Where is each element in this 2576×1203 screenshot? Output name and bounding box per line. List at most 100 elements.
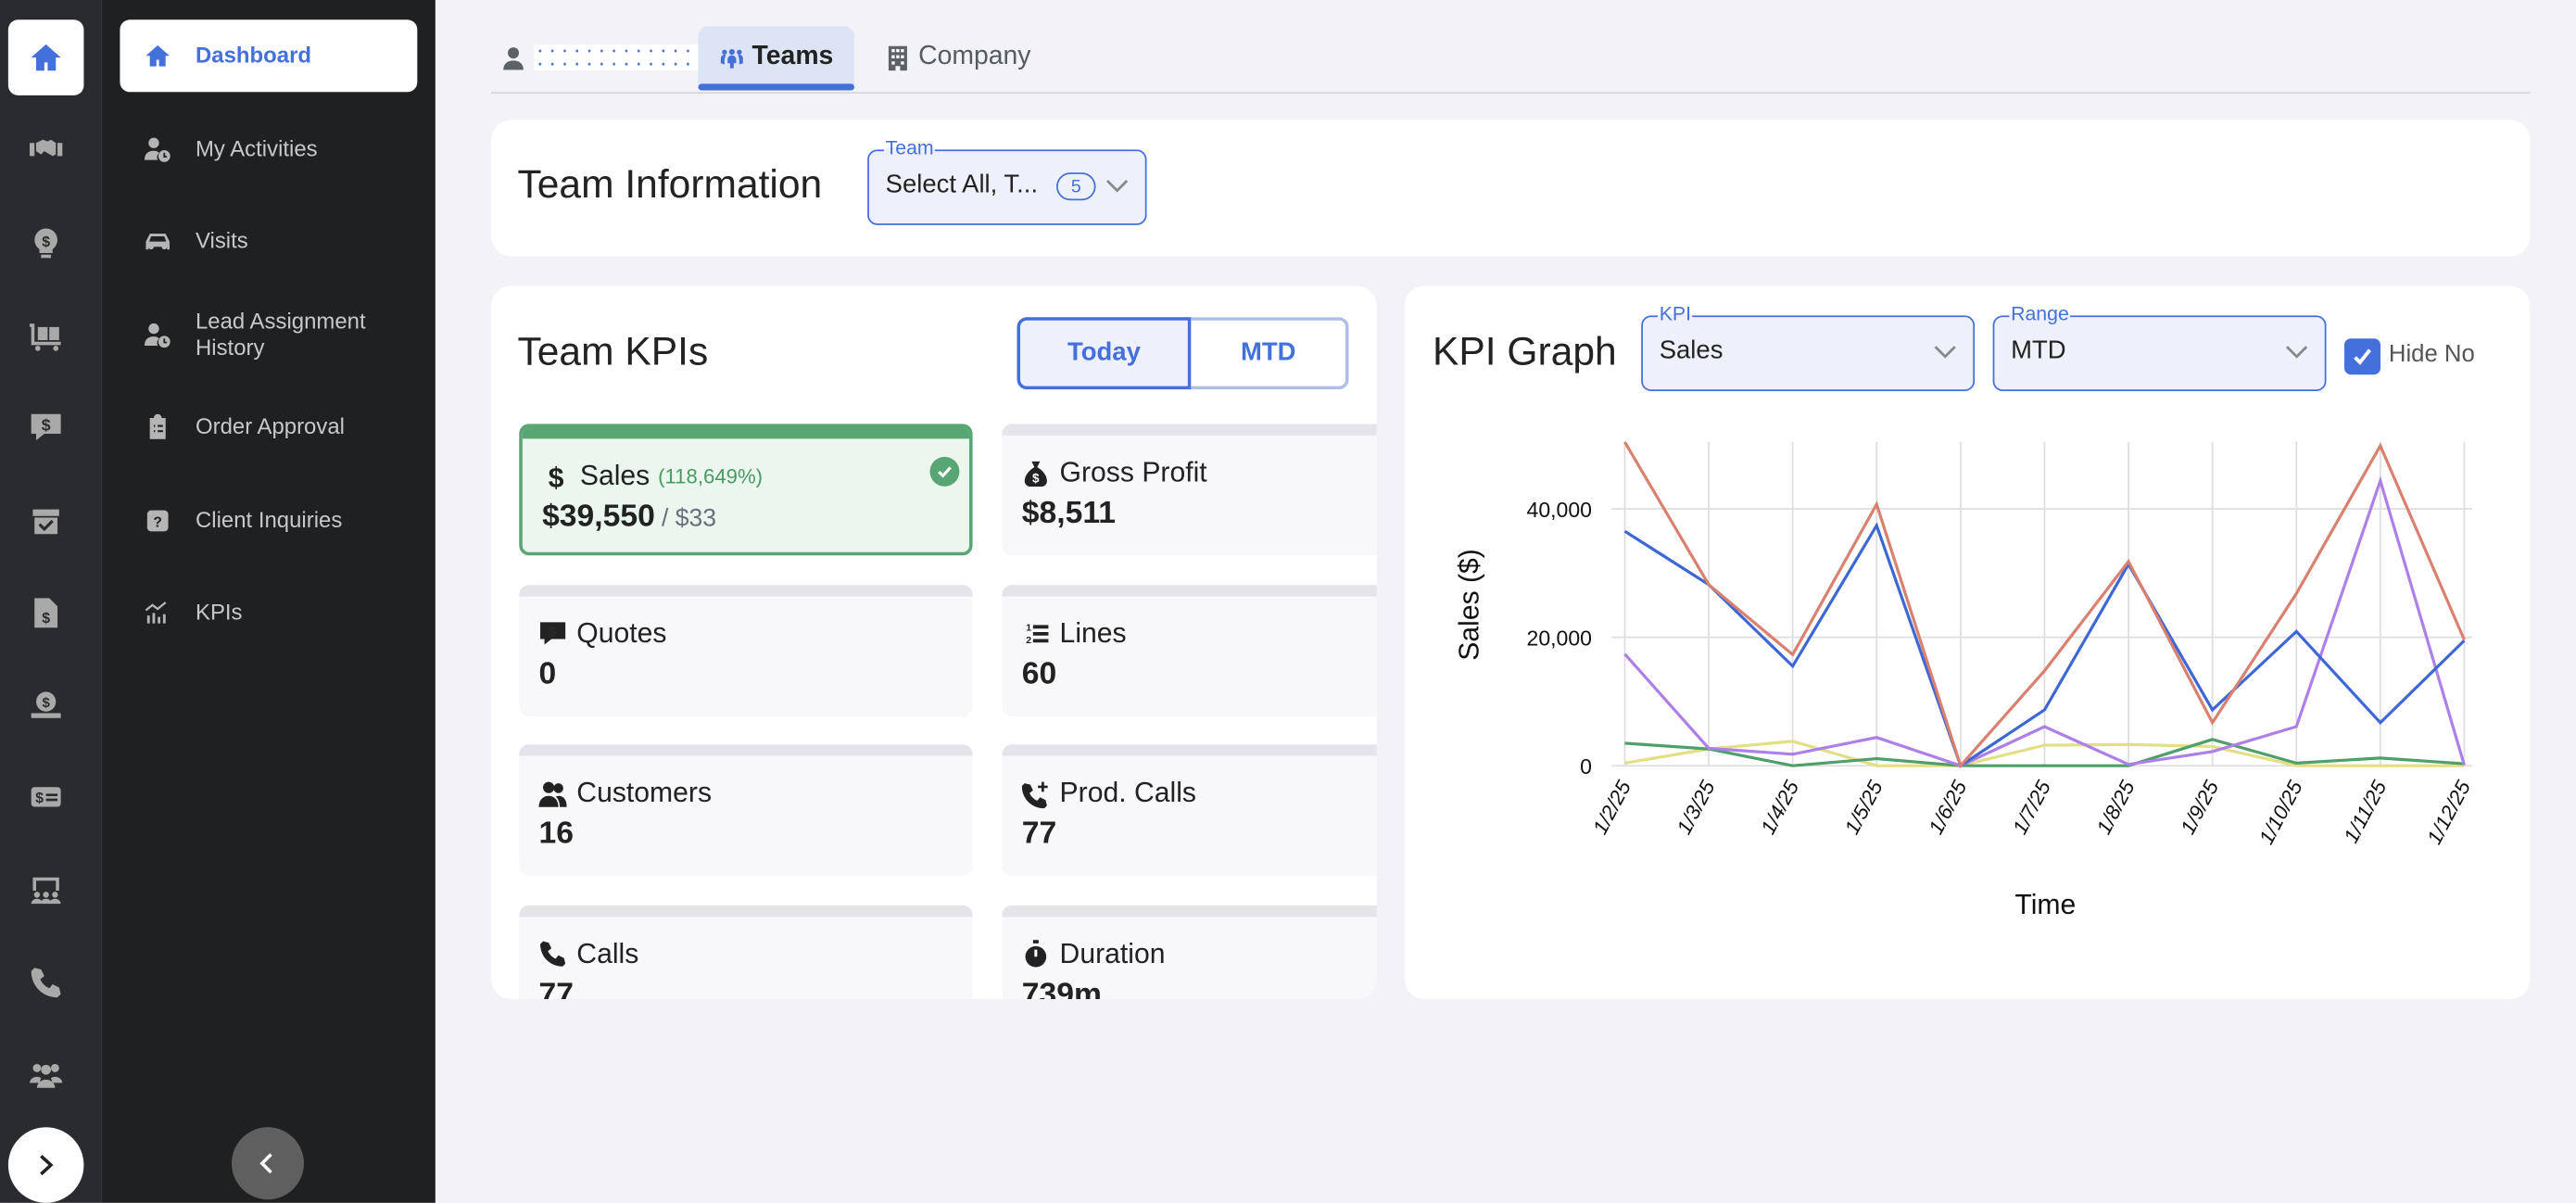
kpi-card-name: Gross Profit (1059, 456, 1207, 488)
x-tick-label: 1/7/25 (2008, 776, 2055, 838)
x-tick-label: 1/9/25 (2176, 776, 2223, 838)
kpi-card-duration[interactable]: Duration 739m (1002, 905, 1377, 999)
rail-item-money-check-dollar[interactable]: $ (8, 760, 84, 836)
kpi-card-value: $39,550 (542, 499, 655, 535)
users-icon (29, 1064, 63, 1089)
people-group-icon (720, 48, 743, 68)
svg-text:$: $ (42, 416, 51, 435)
svg-text:$: $ (549, 624, 557, 639)
kpi-card-target: / $33 (661, 504, 717, 533)
rail-item-phone[interactable] (8, 944, 84, 1020)
sidebar-item-visits[interactable]: Visits (120, 206, 417, 278)
sidebar-item-my-activities[interactable]: My Activities (120, 113, 417, 185)
rail-item-handshake[interactable] (8, 112, 84, 188)
rail-item-file-invoice-dollar[interactable]: $ (8, 575, 84, 651)
kpi-card-name: Sales (579, 460, 650, 492)
sidebar-item-order-approval[interactable]: Order Approval (120, 391, 417, 463)
rail-item-hand-holding-dollar[interactable]: $ (8, 667, 84, 743)
kpi-card-name-row: 1 2 Lines (1022, 617, 1126, 650)
x-tick-label: 1/8/25 (2092, 776, 2140, 838)
sidebar: Dashboard My Activities Visits Lead Assignm… (101, 0, 436, 1203)
toggle-mtd-button[interactable]: MTD (1191, 317, 1349, 390)
tab-teams[interactable]: Teams (698, 26, 854, 91)
y-axis-ticks: 0 20,000 40,000 (1527, 498, 1592, 779)
sidebar-item-dashboard[interactable]: Dashboard (120, 19, 418, 93)
rail-item-users[interactable] (8, 1037, 84, 1113)
building-icon (888, 44, 907, 70)
kpi-card-value-row: 77 (1022, 817, 1056, 853)
sidebar-item-lead-assignment-history[interactable]: Lead Assignment History (120, 299, 417, 372)
svg-text:$: $ (42, 695, 50, 711)
kpi-card-name: Calls (576, 937, 639, 969)
kpi-card-name: Prod. Calls (1059, 777, 1196, 809)
kpi-card-status-bar (1002, 424, 1377, 436)
team-select-value: Select All, T... (885, 171, 1039, 199)
x-tick-label: 1/12/25 (2422, 777, 2475, 849)
home-icon (145, 44, 170, 67)
chart-column-line-icon (145, 602, 167, 624)
rail-item-comment-dollar[interactable]: $ (8, 390, 84, 466)
kpi-card-percent: (118,649%) (658, 464, 764, 488)
y-tick-label: 40,000 (1527, 498, 1592, 522)
kpi-card-status-bar (1002, 744, 1377, 756)
kpi-card-value: 77 (1021, 817, 1057, 852)
kpi-card-lines[interactable]: 1 2 Lines 60 (1002, 584, 1377, 716)
kpi-card-quotes[interactable]: $ Quotes 0 (519, 584, 973, 716)
list-ol-icon: 12 (1026, 622, 1049, 646)
sidebar-item-label: Client Inquiries (195, 507, 343, 533)
toggle-today-button[interactable]: Today (1017, 317, 1192, 390)
expand-rail-button[interactable] (7, 1127, 84, 1203)
comment-dollar-icon: $ (540, 622, 566, 645)
stopwatch-icon (1025, 940, 1047, 968)
kpi-card-status-bar (519, 744, 973, 756)
svg-text:$: $ (35, 791, 44, 807)
car-icon (120, 228, 196, 254)
sidebar-item-kpis[interactable]: KPIs (120, 576, 417, 649)
kpi-graph-clip: KPI Graph KPI Sales Range MTD Hide No 0 … (1405, 285, 2529, 998)
tab-user[interactable] (501, 26, 702, 88)
dollar-icon: $ (549, 462, 564, 490)
team-select[interactable]: Team Select All, T... 5 (867, 136, 1147, 225)
x-tick-label: 1/2/25 (1588, 776, 1635, 838)
x-axis-label: Time (2014, 890, 2076, 920)
rail-item-home[interactable] (7, 19, 84, 95)
team-information-title: Team Information (517, 162, 823, 208)
kpi-card-status-bar (1002, 584, 1377, 596)
kpi-card-sales[interactable]: $ Sales (118,649%) $39,550/ $33 (519, 424, 973, 556)
tab-company[interactable]: Company (886, 26, 1031, 88)
collapse-sidebar-button[interactable] (231, 1127, 304, 1200)
car-icon (145, 234, 170, 250)
rail-item-cart-flatbed[interactable] (8, 298, 84, 374)
kpi-card-name-row: $ Gross Profit (1022, 457, 1207, 489)
kpi-card-calls[interactable]: Calls 77 (519, 905, 973, 999)
user-clock-icon (120, 323, 196, 348)
kpi-card-customers[interactable]: Customers 16 (519, 744, 973, 876)
x-tick-label: 1/3/25 (1673, 776, 1720, 838)
team-select-legend: Team (883, 136, 936, 159)
sidebar-item-client-inquiries[interactable]: ? Client Inquiries (120, 485, 417, 557)
rail-item-lightbulb-dollar[interactable]: $ (8, 205, 84, 281)
handshake-icon (29, 140, 63, 157)
x-tick-label: 1/11/25 (2339, 776, 2391, 846)
cart-flatbed-icon (29, 323, 61, 351)
phone-plus-icon (1021, 780, 1048, 808)
kpi-card-gross-profit[interactable]: $ Gross Profit $8,511 (1002, 424, 1377, 556)
team-kpis-scroll-area[interactable]: Team KPIs Today MTD $ Sales (118,649%) $39,… (491, 285, 1377, 999)
kpi-card-value-row: $39,550/ $33 (542, 500, 716, 536)
redacted-username (534, 44, 702, 71)
kpi-card-name-row: $ Sales (118,649%) (542, 460, 763, 492)
rail-item-box-check[interactable] (8, 482, 84, 558)
home-icon (31, 44, 61, 71)
team-kpis-title: Team KPIs (517, 330, 709, 375)
kpi-card-value: 77 (538, 977, 575, 999)
phone-icon (540, 941, 566, 967)
rail-item-chalkboard-user[interactable] (8, 853, 84, 929)
sidebar-item-label: KPIs (195, 600, 243, 625)
clipboard-list-icon (120, 413, 196, 440)
comment-dollar-icon: $ (31, 414, 61, 441)
x-tick-label: 1/5/25 (1840, 776, 1888, 838)
chevron-down-icon (1105, 180, 1129, 193)
x-axis-ticks: 1/2/25 1/3/25 1/4/25 1/5/25 1/6/25 1/7/25 1/8/… (1588, 776, 2475, 848)
kpi-card-name-row: $ Quotes (539, 617, 666, 650)
kpi-card-prod-calls[interactable]: Prod. Calls 77 (1002, 744, 1377, 876)
